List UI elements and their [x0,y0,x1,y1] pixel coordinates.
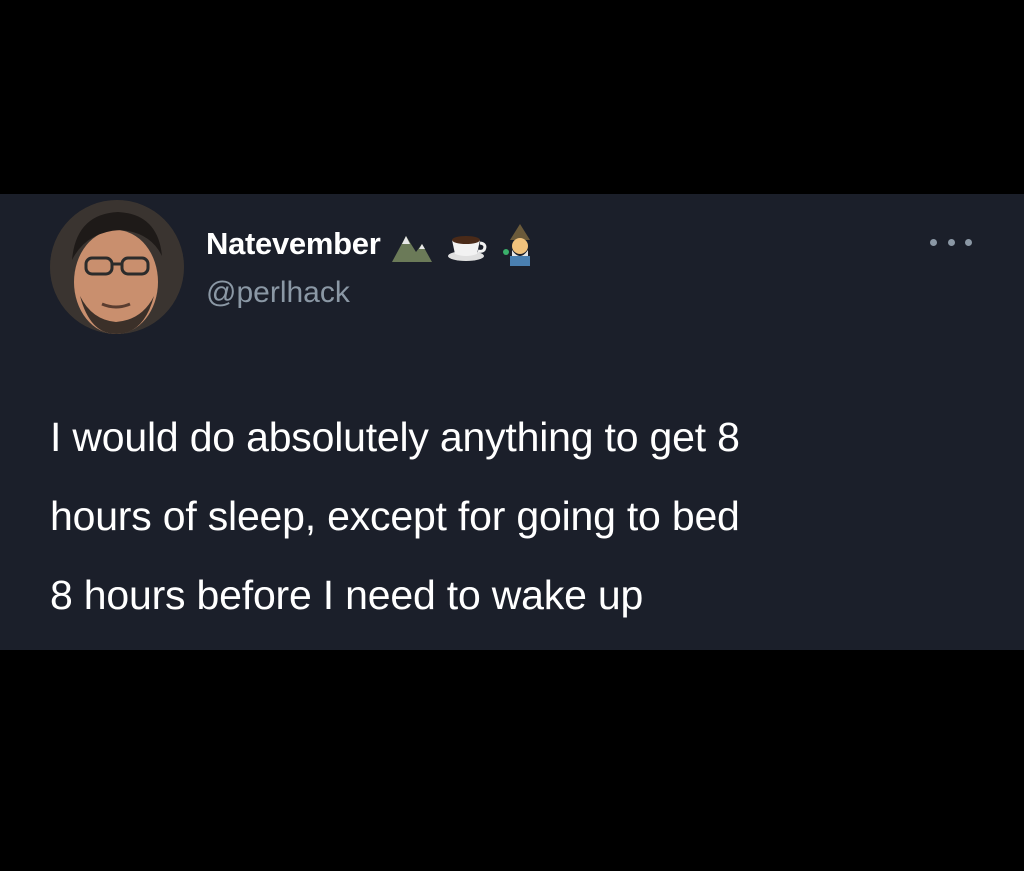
screenshot-page: Natevember @perlhack I would do absolute… [0,0,1024,871]
coffee-cup-icon [444,222,488,266]
wizard-icon [498,222,542,266]
tweet-text-line: 8 hours before I need to wake up [50,572,644,618]
user-handle[interactable]: @perlhack [206,276,350,310]
avatar-photo [50,200,184,334]
tweet-text: I would do absolutely anything to get 8 … [50,398,990,635]
more-options-ellipsis-icon[interactable] [930,232,972,252]
mountain-icon [390,222,434,266]
dot [947,238,955,246]
tweet-text-line: I would do absolutely anything to get 8 [50,414,740,460]
tweet-text-line: hours of sleep, except for going to bed [50,493,740,539]
display-name-row: Natevember [206,222,542,266]
display-name[interactable]: Natevember [206,226,381,262]
avatar[interactable] [50,200,184,334]
dot [965,238,972,246]
dot [930,238,937,246]
